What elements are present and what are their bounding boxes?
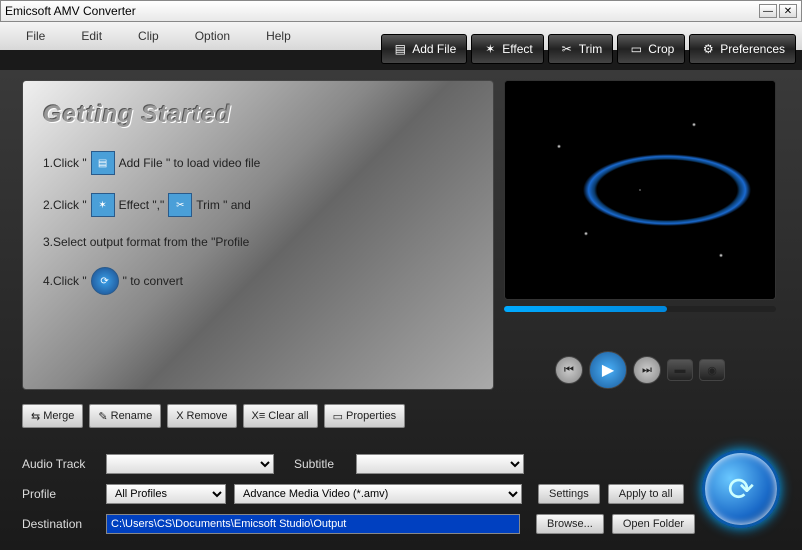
audio-track-select[interactable]: [106, 454, 274, 474]
crop-button[interactable]: ▭Crop: [617, 34, 685, 64]
audio-track-label: Audio Track: [22, 457, 98, 471]
getting-started-title: Getting Started: [43, 101, 473, 129]
convert-icon: ⟳: [91, 267, 119, 295]
effect-button[interactable]: ✶Effect: [471, 34, 543, 64]
merge-icon: ⇆: [31, 410, 40, 423]
remove-button[interactable]: XRemove: [167, 404, 236, 428]
main-area: Getting Started 1.Click "▤Add File " to …: [0, 70, 802, 550]
step-1: 1.Click "▤Add File " to load video file: [43, 151, 473, 175]
profile-category-select[interactable]: All Profiles: [106, 484, 226, 504]
step-2: 2.Click "✶Effect ","✂Trim " and: [43, 193, 473, 217]
window-title: Emicsoft AMV Converter: [5, 4, 136, 18]
play-button[interactable]: ▶: [589, 351, 627, 389]
player-controls: ⏮ ▶ ⏭ ▬ ◉: [504, 350, 776, 390]
properties-button[interactable]: ▭Properties: [324, 404, 406, 428]
profile-label: Profile: [22, 487, 98, 501]
snapshot-button[interactable]: ◉: [699, 359, 725, 381]
scissors-icon: ✂: [559, 41, 575, 57]
menu-option[interactable]: Option: [177, 25, 248, 47]
crop-icon: ▭: [628, 41, 644, 57]
seek-bar[interactable]: [504, 306, 776, 312]
preview-image: [505, 81, 775, 299]
menu-help[interactable]: Help: [248, 25, 309, 47]
step-4: 4.Click "⟳" to convert: [43, 267, 473, 295]
sparkle-icon: ✶: [91, 193, 115, 217]
subtitle-label: Subtitle: [294, 457, 348, 471]
browse-button[interactable]: Browse...: [536, 514, 604, 534]
convert-button[interactable]: ⟳: [702, 450, 780, 528]
output-form: Audio Track Subtitle Profile All Profile…: [22, 444, 780, 544]
prev-button[interactable]: ⏮: [555, 356, 583, 384]
preview-panel: [504, 80, 776, 300]
subtitle-select[interactable]: [356, 454, 524, 474]
close-button[interactable]: ✕: [779, 4, 797, 18]
file-action-bar: ⇆Merge ✎Rename XRemove X≡Clear all ▭Prop…: [22, 404, 405, 428]
props-icon: ▭: [333, 410, 343, 423]
merge-button[interactable]: ⇆Merge: [22, 404, 83, 428]
menu-clip[interactable]: Clip: [120, 25, 177, 47]
pencil-icon: ✎: [98, 410, 107, 423]
scissors-icon: ✂: [168, 193, 192, 217]
trim-button[interactable]: ✂Trim: [548, 34, 614, 64]
fullscreen-button[interactable]: ▬: [667, 359, 693, 381]
destination-input[interactable]: [106, 514, 520, 534]
menu-edit[interactable]: Edit: [63, 25, 120, 47]
clear-all-button[interactable]: X≡Clear all: [243, 404, 318, 428]
minimize-button[interactable]: —: [759, 4, 777, 18]
apply-to-all-button[interactable]: Apply to all: [608, 484, 684, 504]
menu-file[interactable]: File: [8, 25, 63, 47]
next-button[interactable]: ⏭: [633, 356, 661, 384]
rename-button[interactable]: ✎Rename: [89, 404, 161, 428]
clear-icon: X≡: [252, 410, 266, 422]
x-icon: X: [176, 410, 183, 422]
film-icon: ▤: [392, 41, 408, 57]
film-icon: ▤: [91, 151, 115, 175]
sparkle-icon: ✶: [482, 41, 498, 57]
step-3: 3.Select output format from the "Profile: [43, 235, 473, 249]
open-folder-button[interactable]: Open Folder: [612, 514, 695, 534]
preferences-button[interactable]: ⚙Preferences: [689, 34, 796, 64]
gear-icon: ⚙: [700, 41, 716, 57]
titlebar: Emicsoft AMV Converter — ✕: [0, 0, 802, 22]
getting-started-panel: Getting Started 1.Click "▤Add File " to …: [22, 80, 494, 390]
add-file-button[interactable]: ▤Add File: [381, 34, 467, 64]
toolbar: ▤Add File ✶Effect ✂Trim ▭Crop ⚙Preferenc…: [381, 34, 796, 64]
settings-button[interactable]: Settings: [538, 484, 600, 504]
destination-label: Destination: [22, 517, 98, 531]
profile-format-select[interactable]: Advance Media Video (*.amv): [234, 484, 522, 504]
